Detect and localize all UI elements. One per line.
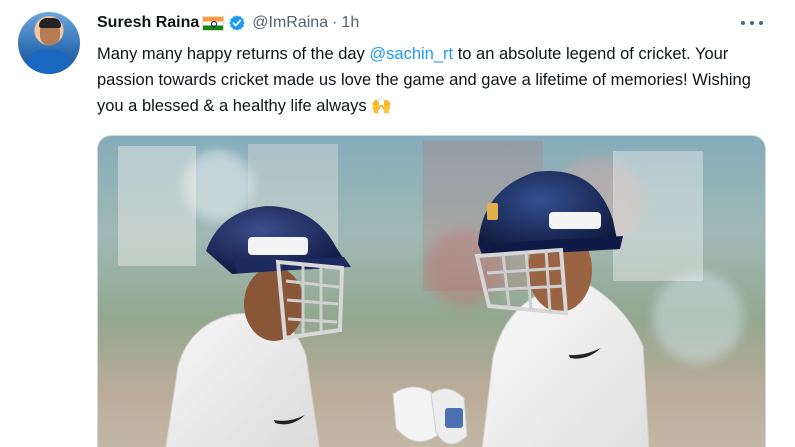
display-name[interactable]: Suresh Raina [97, 14, 199, 32]
mention-link[interactable]: @sachin_rt [369, 45, 453, 63]
tweet-text: Many many happy returns of the day @sach… [97, 41, 757, 119]
user-handle[interactable]: @ImRaina [252, 14, 328, 32]
more-dot [741, 21, 745, 25]
header-separator: · [332, 14, 338, 31]
cricketers-photo [98, 136, 765, 447]
verified-badge-icon [228, 14, 246, 32]
avatar-hair [39, 18, 61, 28]
more-options-icon[interactable] [741, 14, 763, 32]
tweet-card: Suresh Raina @ImRaina · 1h Many many hap… [0, 0, 795, 447]
india-flag-icon [202, 15, 225, 31]
more-dot [759, 21, 763, 25]
raising-hands-icon: 🙌 [371, 96, 392, 115]
tweet-photo[interactable] [97, 135, 766, 447]
tweet-text-start: Many many happy returns of the day [97, 45, 370, 63]
avatar-shirt [26, 50, 72, 74]
more-dot [750, 21, 754, 25]
tweet-header: Suresh Raina @ImRaina · 1h [97, 12, 359, 34]
avatar[interactable] [18, 12, 80, 74]
tweet-time[interactable]: 1h [341, 14, 359, 32]
